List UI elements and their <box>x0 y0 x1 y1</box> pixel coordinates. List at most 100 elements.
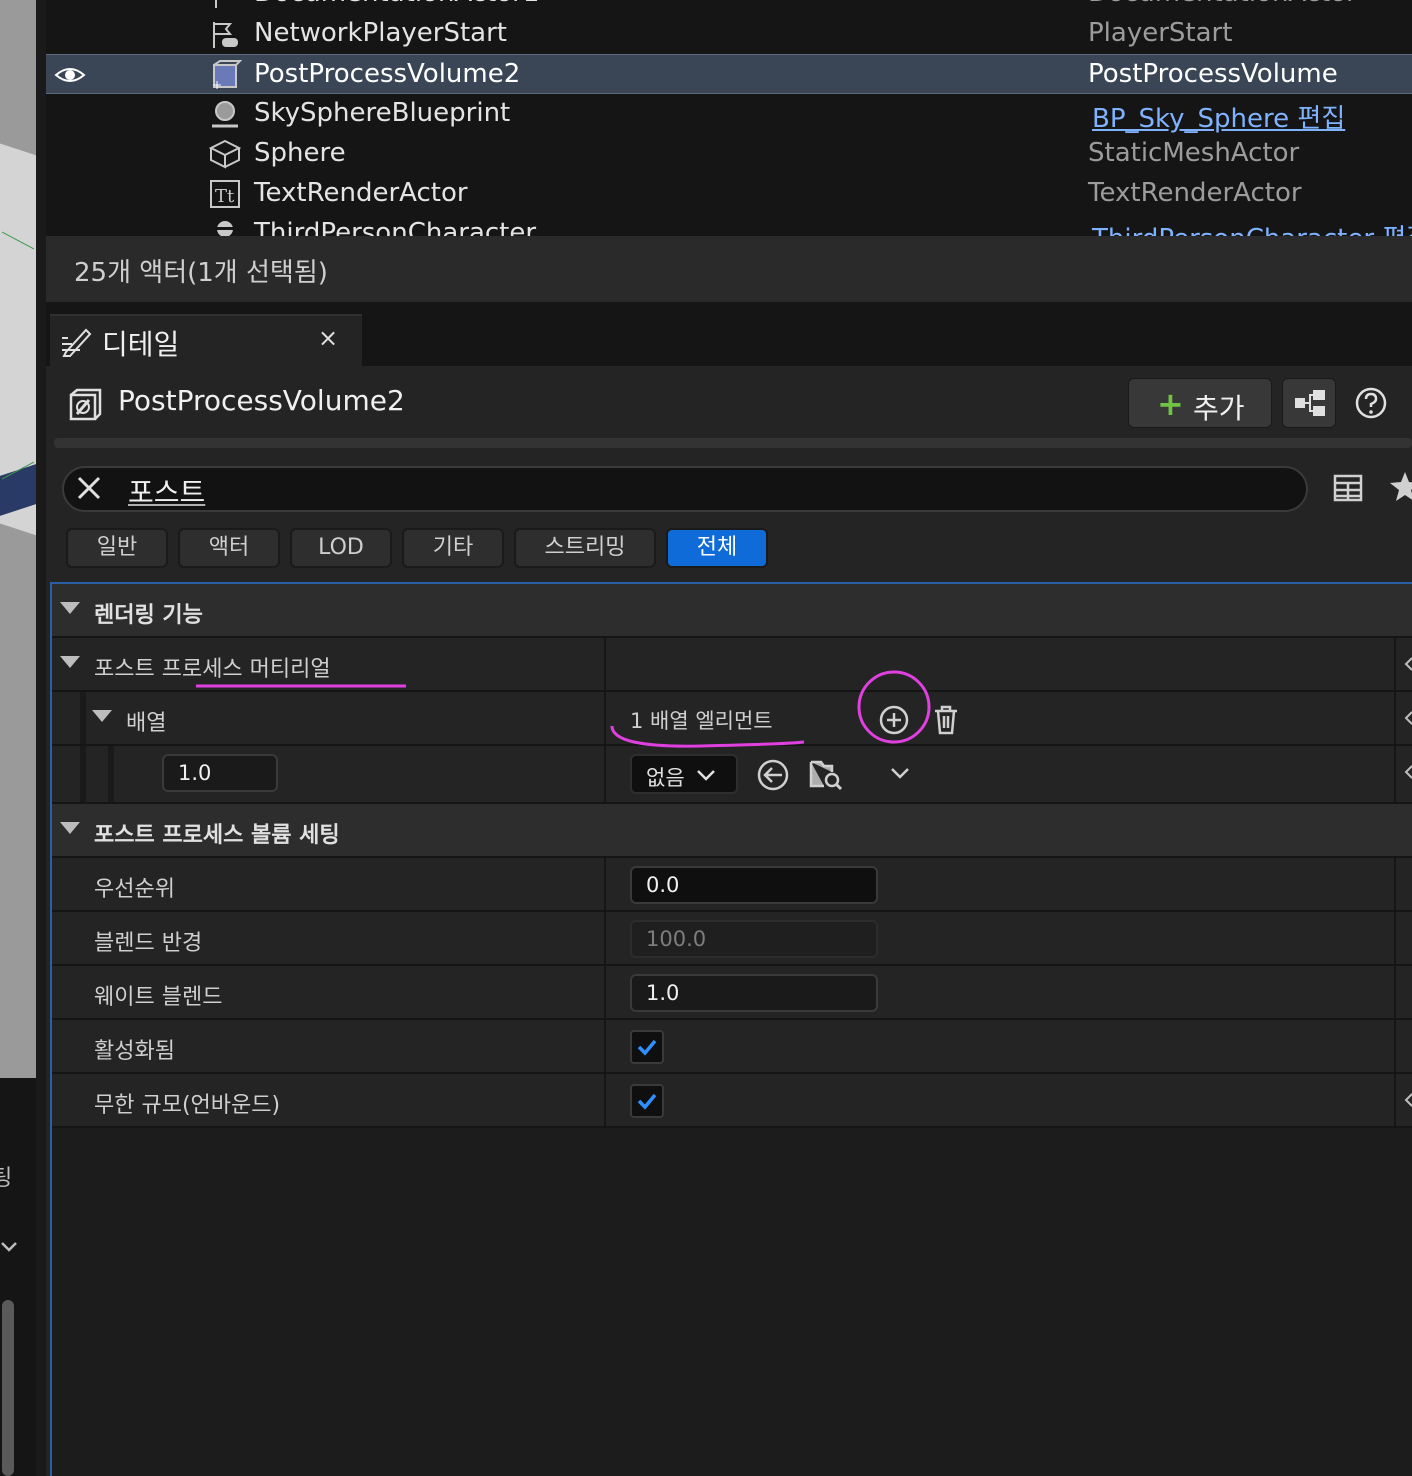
element-weight-input[interactable]: 1.0 <box>162 754 278 792</box>
column-divider <box>604 1020 606 1072</box>
outliner-row[interactable]: SkySphereBlueprint BP_Sky_Sphere 편집 <box>46 94 1412 134</box>
outliner-row-name: Sphere <box>254 138 346 168</box>
filter-all[interactable]: 전체 <box>666 528 768 568</box>
property-label: 활성화됨 <box>94 1039 175 1064</box>
visibility-eye-icon[interactable] <box>54 63 86 87</box>
property-label: 무한 규모(언바운드) <box>94 1093 281 1118</box>
outliner-status-bar: 25개 액터(1개 선택됨) <box>46 236 1412 302</box>
actor-name: PostProcessVolume2 <box>118 384 405 417</box>
blend-weight-input[interactable]: 1.0 <box>630 974 878 1012</box>
outliner-row[interactable]: Sphere StaticMeshActor <box>46 134 1412 174</box>
world-outliner: DocumentationActor1 DocumentationActor N… <box>46 0 1412 236</box>
property-label: 포스트 프로세스 머티리얼 <box>94 657 331 682</box>
array-element-row[interactable]: 1.0 없음 <box>52 746 1412 804</box>
collapse-arrow-icon[interactable] <box>92 710 112 722</box>
property-unbound[interactable]: 무한 규모(언바운드) <box>52 1074 1412 1128</box>
property-enabled[interactable]: 활성화됨 <box>52 1020 1412 1074</box>
column-divider <box>1394 966 1396 1018</box>
scrollbar[interactable] <box>2 1300 14 1476</box>
actor-header: PostProcessVolume2 + 추가 <box>46 366 1412 436</box>
column-divider <box>604 966 606 1018</box>
outliner-row-name: PostProcessVolume2 <box>254 59 521 89</box>
header-divider <box>54 438 1412 448</box>
outliner-row[interactable]: ThirdPersonCharacter ThirdPersonCharacte… <box>46 214 1412 236</box>
column-divider <box>1394 746 1396 802</box>
reset-arrow-icon[interactable] <box>1404 656 1412 672</box>
outliner-row[interactable]: NetworkPlayerStart PlayerStart <box>46 14 1412 54</box>
sky-sphere-icon <box>212 101 238 128</box>
svg-text:+: + <box>212 78 222 91</box>
property-blend-radius[interactable]: 블렌드 반경 100.0 <box>52 912 1412 966</box>
category-post-process-volume-settings[interactable]: 포스트 프로세스 볼륨 세팅 <box>52 804 1412 858</box>
filter-streaming[interactable]: 스트리밍 <box>514 528 656 568</box>
column-divider <box>1394 638 1396 690</box>
property-label: 우선순위 <box>94 877 175 902</box>
blueprint-icon <box>1295 390 1325 416</box>
reset-arrow-icon[interactable] <box>1404 710 1412 726</box>
material-dropdown-value: 없음 <box>646 766 685 790</box>
column-divider <box>604 638 606 690</box>
level-viewport[interactable] <box>0 0 36 1078</box>
outliner-row-type: PlayerStart <box>1088 18 1233 48</box>
edit-blueprint-link[interactable]: ThirdPersonCharacter 편집 <box>1092 218 1412 236</box>
collapse-arrow-icon[interactable] <box>60 656 80 668</box>
collapse-arrow-icon[interactable] <box>60 822 80 834</box>
property-matrix-icon[interactable] <box>1332 472 1364 504</box>
details-panel: PostProcessVolume2 + 추가 포스트 일반 액터 LOD 기타… <box>46 366 1412 1476</box>
edit-pencil-icon <box>62 328 92 357</box>
column-divider <box>604 912 606 964</box>
reset-arrow-icon[interactable] <box>1404 764 1412 780</box>
search-input[interactable]: 포스트 <box>62 466 1308 512</box>
property-array[interactable]: 배열 1 배열 엘리먼트 <box>52 692 1412 746</box>
collapse-arrow-icon[interactable] <box>60 602 80 614</box>
chevron-down-icon[interactable] <box>0 1238 18 1259</box>
tab-details[interactable]: 디테일 × <box>50 314 362 366</box>
blueprint-button[interactable] <box>1282 378 1336 428</box>
column-divider <box>604 692 606 744</box>
property-post-process-materials[interactable]: 포스트 프로세스 머티리얼 <box>52 638 1412 692</box>
filter-misc[interactable]: 기타 <box>402 528 504 568</box>
indent-guide <box>108 746 114 802</box>
delete-all-icon[interactable] <box>932 704 960 736</box>
clear-search-icon[interactable] <box>74 473 104 503</box>
indent-guide <box>80 746 86 802</box>
filter-actor[interactable]: 액터 <box>178 528 280 568</box>
priority-input[interactable]: 0.0 <box>630 866 878 904</box>
static-mesh-icon <box>208 139 242 169</box>
tab-details-label: 디테일 <box>102 328 180 361</box>
enabled-checkbox[interactable] <box>630 1030 664 1064</box>
use-selected-asset-icon[interactable] <box>756 758 790 792</box>
outliner-row-type: PostProcessVolume <box>1088 59 1338 89</box>
favorite-star-icon[interactable] <box>1388 470 1412 504</box>
property-label: 블렌드 반경 <box>94 931 203 956</box>
add-component-label: 추가 <box>1193 392 1245 425</box>
material-dropdown[interactable]: 없음 <box>630 754 738 794</box>
close-icon[interactable]: × <box>318 324 338 352</box>
column-divider <box>604 1074 606 1126</box>
reset-arrow-icon[interactable] <box>1404 1092 1412 1108</box>
array-element-count: 1 배열 엘리먼트 <box>630 709 773 733</box>
filter-lod[interactable]: LOD <box>290 528 392 568</box>
category-rendering-features[interactable]: 렌더링 기능 <box>52 584 1412 638</box>
unbound-checkbox[interactable] <box>630 1084 664 1118</box>
outliner-row[interactable]: DocumentationActor1 DocumentationActor <box>46 0 1412 14</box>
column-divider <box>604 858 606 910</box>
help-icon[interactable] <box>1354 386 1388 420</box>
property-blend-weight[interactable]: 웨이트 블렌드 1.0 <box>52 966 1412 1020</box>
outliner-row-selected[interactable]: + PostProcessVolume2 PostProcessVolume <box>46 54 1412 94</box>
chevron-down-icon[interactable] <box>890 766 910 780</box>
browse-asset-icon[interactable] <box>808 756 844 792</box>
category-label: 렌더링 기능 <box>94 603 203 628</box>
column-divider <box>1394 912 1396 964</box>
add-element-icon[interactable] <box>878 704 910 736</box>
filter-general[interactable]: 일반 <box>66 528 168 568</box>
edit-blueprint-link[interactable]: BP_Sky_Sphere 편집 <box>1092 98 1345 135</box>
search-value: 포스트 <box>128 476 206 509</box>
blend-radius-input[interactable]: 100.0 <box>630 920 878 958</box>
property-priority[interactable]: 우선순위 0.0 <box>52 858 1412 912</box>
outliner-row[interactable]: Tt TextRenderActor TextRenderActor <box>46 174 1412 214</box>
column-divider <box>1394 692 1396 744</box>
outliner-row-name: SkySphereBlueprint <box>254 98 511 128</box>
add-component-button[interactable]: + 추가 <box>1128 378 1272 428</box>
column-divider <box>1394 1020 1396 1072</box>
